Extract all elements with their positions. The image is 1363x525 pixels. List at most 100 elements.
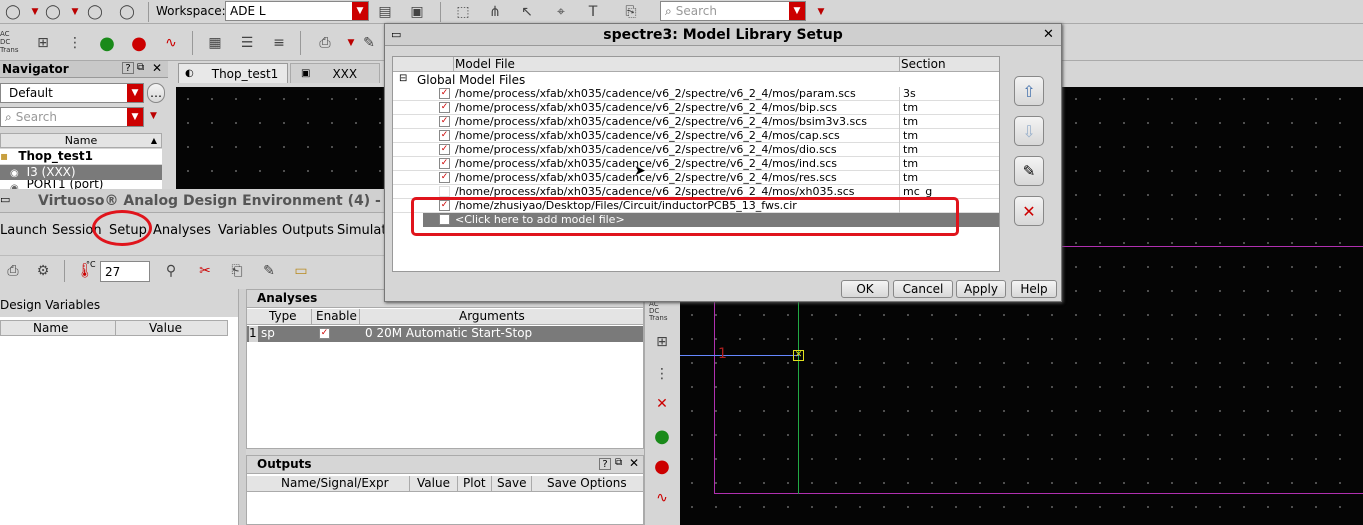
col-save-options[interactable]: Save Options	[547, 476, 627, 490]
dv-col-name[interactable]: Name	[33, 321, 68, 335]
up-icon[interactable]: ◯	[84, 1, 106, 23]
text-icon[interactable]: T	[582, 1, 604, 23]
move-down-button[interactable]: ⇩	[1014, 116, 1044, 146]
col-save[interactable]: Save	[497, 476, 526, 490]
group-row[interactable]: ⊟ Global Model Files	[393, 73, 999, 87]
save-state-icon[interactable]: ⎙	[2, 260, 24, 282]
tab-xxx[interactable]: ▣ XXX	[290, 63, 380, 83]
run-icon[interactable]: ●	[651, 425, 673, 447]
tune-icon[interactable]: ⊞	[651, 331, 673, 353]
stop-sim-icon[interactable]: ●	[128, 32, 150, 54]
probe-icon[interactable]: ⌖	[550, 1, 572, 23]
dropdown-arrow-icon[interactable]: ▼	[150, 111, 157, 121]
model-path[interactable]: /home/process/xfab/xh035/cadence/v6_2/sp…	[455, 171, 895, 185]
chevron-down-icon[interactable]: ▼	[789, 2, 805, 20]
hierarchy-icon[interactable]: ⋔	[484, 1, 506, 23]
col-plot[interactable]: Plot	[463, 476, 486, 490]
col-enable[interactable]: Enable	[316, 309, 357, 323]
tune-icon[interactable]: ⊞	[32, 32, 54, 54]
col-arguments[interactable]: Arguments	[459, 309, 525, 323]
col-section[interactable]: Section	[901, 57, 946, 71]
select-icon[interactable]: ⬚	[452, 1, 474, 23]
collapse-icon[interactable]: ⊟	[399, 73, 407, 84]
model-enable-checkbox[interactable]: ✓	[439, 158, 450, 169]
edit-icon[interactable]: ✎	[258, 260, 280, 282]
dv-col-value[interactable]: Value	[149, 321, 182, 335]
run-icon[interactable]: ●	[96, 32, 118, 54]
layout-delete-icon[interactable]: ▣	[406, 1, 428, 23]
help-icon[interactable]: ?	[122, 62, 134, 74]
edit-model-button[interactable]: ✎	[1014, 156, 1044, 186]
menu-variables[interactable]: Variables	[218, 223, 277, 238]
stop-icon[interactable]: ◯	[116, 1, 138, 23]
model-section[interactable]: 3s	[903, 87, 916, 101]
dropdown-arrow-icon[interactable]: ▼	[810, 1, 832, 23]
model-section[interactable]: tm	[903, 101, 918, 115]
tree-root[interactable]: ▪ Thop_test1	[0, 149, 162, 164]
model-row[interactable]: ✓ /home/process/xfab/xh035/cadence/v6_2/s…	[393, 129, 999, 143]
chevron-down-icon[interactable]: ▼	[127, 108, 143, 126]
netlist-icon[interactable]: ⋮	[651, 363, 673, 385]
model-row[interactable]: ✓ /home/process/xfab/xh035/cadence/v6_2/s…	[393, 157, 999, 171]
pointer-icon[interactable]: ↖	[516, 1, 538, 23]
model-enable-checkbox[interactable]: ✓	[439, 102, 450, 113]
chevron-down-icon[interactable]: ▼	[352, 2, 368, 20]
pin-marker[interactable]: ✕	[793, 350, 804, 361]
panel-divider[interactable]	[238, 289, 246, 525]
delete-icon[interactable]: ✕	[651, 393, 673, 415]
model-enable-checkbox[interactable]	[439, 186, 450, 197]
tab-thop-test1[interactable]: ◐ Thop_test1	[178, 63, 288, 83]
tree-item[interactable]: ◉ I3 (XXX)	[0, 165, 162, 180]
col-model-file[interactable]: Model File	[455, 57, 515, 71]
model-path[interactable]: /home/process/xfab/xh035/cadence/v6_2/sp…	[455, 129, 895, 143]
plot-icon[interactable]: ∿	[160, 32, 182, 54]
float-icon[interactable]: ⧉	[137, 62, 144, 73]
menu-launch[interactable]: Launch	[0, 223, 47, 238]
menu-simulation[interactable]: Simulati	[337, 223, 390, 238]
analysis-palette-icon[interactable]: AC DC Trans	[0, 30, 19, 54]
model-path[interactable]: /home/process/xfab/xh035/cadence/v6_2/sp…	[455, 143, 895, 157]
model-path[interactable]: /home/process/xfab/xh035/cadence/v6_2/sp…	[455, 115, 895, 129]
model-section[interactable]: tm	[903, 115, 918, 129]
help-button[interactable]: Help	[1011, 280, 1057, 298]
menu-analyses[interactable]: Analyses	[153, 223, 211, 238]
report-icon[interactable]: ⎙	[314, 32, 336, 54]
model-path[interactable]: /home/process/xfab/xh035/cadence/v6_2/sp…	[455, 101, 895, 115]
model-row[interactable]: ✓ /home/process/xfab/xh035/cadence/v6_2/s…	[393, 115, 999, 129]
model-enable-checkbox[interactable]: ✓	[439, 88, 450, 99]
model-section[interactable]: tm	[903, 157, 918, 171]
apply-button[interactable]: Apply	[956, 280, 1006, 298]
stop-sim-icon[interactable]: ●	[651, 455, 673, 477]
model-path[interactable]: /home/process/xfab/xh035/cadence/v6_2/sp…	[455, 157, 895, 171]
model-section[interactable]: tm	[903, 129, 918, 143]
menu-outputs[interactable]: Outputs	[282, 223, 334, 238]
temperature-input[interactable]	[100, 261, 150, 282]
navigator-filter-select[interactable]: Default ▼	[0, 83, 144, 103]
cancel-button[interactable]: Cancel	[893, 280, 953, 298]
window-menu-icon[interactable]: ▭	[0, 193, 10, 206]
model-row[interactable]: ✓ /home/process/xfab/xh035/cadence/v6_2/s…	[393, 87, 999, 101]
col-value[interactable]: Value	[417, 476, 450, 490]
export-icon[interactable]: ⎘	[620, 1, 642, 23]
help-icon[interactable]: ?	[599, 458, 611, 470]
calculator-icon[interactable]: ▦	[204, 32, 226, 54]
model-enable-checkbox[interactable]: ✓	[439, 116, 450, 127]
edit-icon[interactable]: ✎	[358, 32, 380, 54]
close-icon[interactable]: ✕	[629, 456, 639, 470]
table-icon[interactable]: ☰	[236, 32, 258, 54]
model-row[interactable]: ✓ /home/process/xfab/xh035/cadence/v6_2/s…	[393, 143, 999, 157]
move-up-button[interactable]: ⇧	[1014, 76, 1044, 106]
choose-analyses-icon[interactable]: AC DC Trans	[649, 301, 668, 322]
navigator-column-header[interactable]: Name ▲	[0, 133, 162, 148]
dropdown-arrow-icon[interactable]: ▼	[64, 1, 86, 23]
scissors-icon[interactable]: ✂	[194, 260, 216, 282]
col-name-signal[interactable]: Name/Signal/Expr	[281, 476, 389, 490]
float-icon[interactable]: ⧉	[615, 457, 622, 468]
navigator-search-input[interactable]: ⌕ Search ▼	[0, 107, 144, 127]
col-type[interactable]: Type	[269, 309, 297, 323]
navigator-more-button[interactable]: …	[147, 83, 165, 103]
model-row[interactable]: ✓ /home/process/xfab/xh035/cadence/v6_2/s…	[393, 101, 999, 115]
analysis-row[interactable]: 1 sp ✓ 0 20M Automatic Start-Stop	[247, 326, 643, 342]
layout-icon[interactable]: ▤	[374, 1, 396, 23]
model-section[interactable]: tm	[903, 171, 918, 185]
